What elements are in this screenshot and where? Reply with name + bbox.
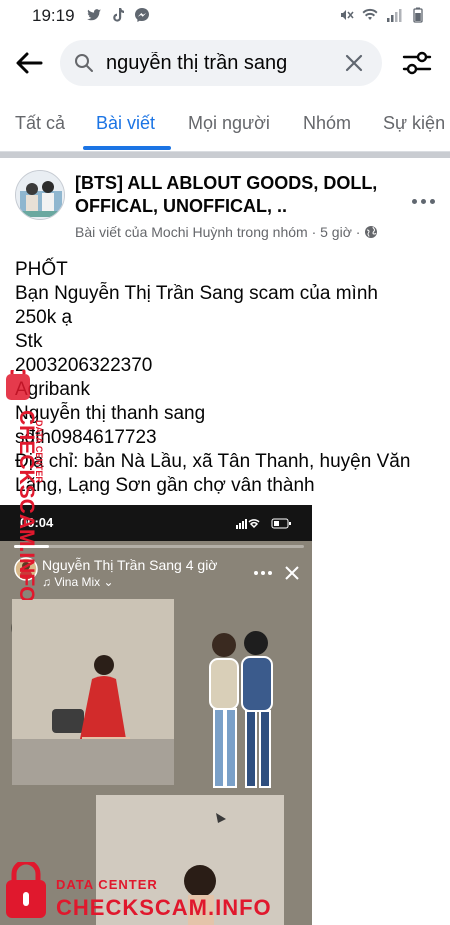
watermark-checkscam: CHECKSCAM.INFO	[56, 895, 272, 920]
search-tabs: Tất cả Bài viết Mọi người Nhóm Sự kiện	[0, 94, 450, 152]
signal-icon	[387, 9, 402, 22]
watermark-data-center: DATA CENTER	[56, 877, 158, 892]
tiktok-icon	[113, 8, 124, 22]
story-author-time: 4 giờ	[185, 557, 218, 573]
post-line: Nguyễn thị thanh sang	[15, 403, 206, 424]
filter-icon	[402, 51, 432, 75]
story-sticker-couple	[209, 631, 273, 788]
status-bar: 19:19	[0, 0, 450, 32]
story-photo-girl	[12, 599, 174, 785]
story-photo-girl-graphic	[12, 599, 174, 785]
story-more-icon	[254, 571, 272, 575]
tab-groups[interactable]: Nhóm	[303, 113, 351, 134]
back-arrow-icon	[16, 52, 43, 74]
twitter-icon	[87, 9, 101, 21]
filter-button[interactable]	[400, 46, 434, 80]
wifi-icon	[362, 8, 378, 20]
tab-posts[interactable]: Bài viết	[96, 113, 155, 134]
clear-search-icon[interactable]	[344, 53, 364, 73]
story-author-name: Nguyễn Thị Trần Sang	[42, 557, 182, 573]
active-tab-indicator	[83, 146, 171, 150]
story-progress	[14, 545, 304, 548]
group-avatar-image	[16, 171, 64, 219]
post-line: sđth0984617723	[15, 427, 157, 448]
watermark-vertical-small: DATA CENTER	[34, 420, 44, 483]
story-music-label: ♫ Vina Mix	[42, 575, 101, 589]
messenger-icon	[135, 8, 149, 22]
system-icons	[338, 7, 426, 23]
group-avatar[interactable]	[15, 170, 65, 220]
back-button[interactable]	[12, 46, 46, 80]
search-box[interactable]	[60, 40, 382, 86]
story-status-bar: 00:04	[0, 505, 312, 541]
post-meta: Bài viết của Mochi Huỳnh trong nhóm · 5 …	[75, 224, 378, 240]
notification-icons	[86, 7, 150, 23]
post-line: PHỐT	[15, 259, 68, 280]
tab-all[interactable]: Tất cả	[15, 113, 65, 134]
post-body: PHỐT Bạn Nguyễn Thị Trần Sang scam của m…	[15, 258, 435, 498]
tab-people[interactable]: Mọi người	[188, 113, 270, 134]
group-name[interactable]: [BTS] ALL ABLOUT GOODS, DOLL, OFFICAL, U…	[75, 172, 395, 218]
post-card: [BTS] ALL ABLOUT GOODS, DOLL, OFFICAL, U…	[0, 158, 450, 925]
battery-icon	[413, 7, 423, 23]
status-time: 19:19	[32, 6, 75, 25]
post-line: 2003206322370	[15, 355, 153, 376]
globe-icon	[365, 226, 378, 238]
story-author: Nguyễn Thị Trần Sang 4 giờ	[42, 557, 218, 573]
story-status-icons	[236, 518, 291, 529]
post-line: Địa chỉ: bản Nà Lầu, xã Tân Thanh, huyện…	[15, 451, 411, 496]
search-input[interactable]	[106, 50, 336, 76]
tab-events[interactable]: Sự kiện	[383, 113, 445, 134]
more-options-button[interactable]	[412, 196, 436, 206]
watermark-vertical: CHECKSCAM.INFO DATA CENTER	[6, 370, 44, 600]
post-line: Bạn Nguyễn Thị Trần Sang scam của mình 2…	[15, 283, 378, 328]
search-icon	[75, 54, 93, 72]
post-line: Agribank	[15, 379, 90, 400]
search-header	[0, 32, 450, 94]
post-meta-text: Bài viết của Mochi Huỳnh trong nhóm · 5 …	[75, 224, 361, 240]
story-close-icon	[285, 566, 299, 580]
mute-icon	[341, 10, 354, 20]
story-music: ♫ Vina Mix ⌄	[42, 575, 114, 589]
post-line: Stk	[15, 331, 43, 352]
